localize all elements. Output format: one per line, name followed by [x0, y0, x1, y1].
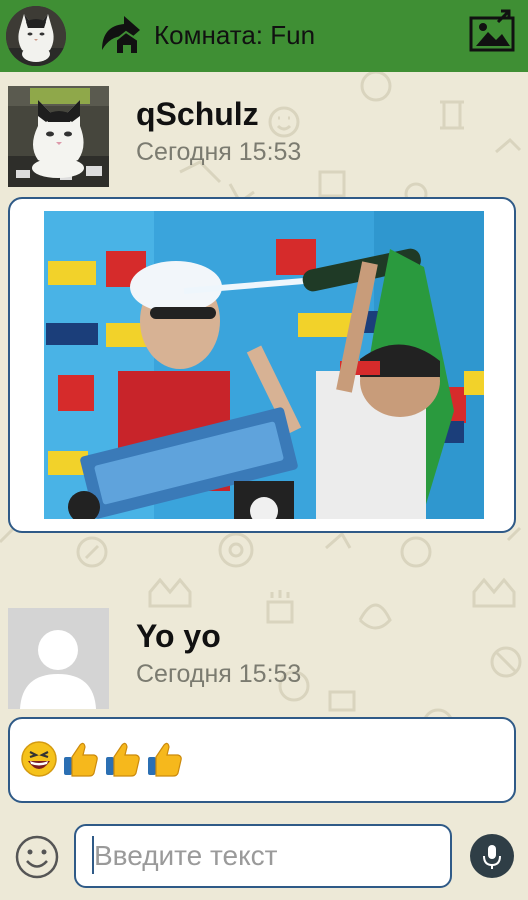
- surfer-celebration-image: [44, 211, 484, 519]
- cat-avatar-image: [6, 6, 66, 66]
- thumbs-up-icon: [64, 742, 98, 777]
- emoji-picker-icon[interactable]: [14, 834, 60, 880]
- room-title: Комната: Fun: [154, 20, 316, 50]
- message-text-input[interactable]: [74, 824, 452, 888]
- room-home-icon[interactable]: [96, 10, 144, 58]
- message-header: qSchulz Сегодня 15:53: [0, 86, 528, 190]
- emoji-message-bubble[interactable]: [8, 717, 516, 803]
- microphone-icon: [483, 845, 501, 869]
- image-message-bubble[interactable]: [8, 197, 516, 533]
- gallery-upload-icon[interactable]: [468, 8, 516, 54]
- sender-name: qSchulz: [136, 96, 259, 132]
- cat-photo-avatar: [8, 86, 109, 187]
- message-timestamp: Сегодня 15:53: [136, 138, 302, 166]
- sender-avatar[interactable]: [8, 86, 109, 187]
- my-avatar[interactable]: [6, 6, 66, 66]
- sender-avatar[interactable]: [8, 608, 109, 709]
- default-user-icon: [8, 608, 109, 709]
- message-header: Yo yo Сегодня 15:53: [0, 608, 528, 712]
- grinning-face-icon: [21, 741, 57, 777]
- thumbs-up-icon: [106, 742, 140, 777]
- message-timestamp: Сегодня 15:53: [136, 660, 302, 688]
- sender-name: Yo yo: [136, 618, 221, 654]
- voice-record-button[interactable]: [470, 834, 514, 878]
- text-caret: [92, 836, 94, 874]
- emoji-row: [20, 739, 184, 783]
- message-composer: [0, 812, 528, 900]
- thumbs-up-icon: [148, 742, 182, 777]
- top-app-bar: Комната: Fun: [0, 0, 528, 72]
- shared-photo[interactable]: [44, 211, 484, 519]
